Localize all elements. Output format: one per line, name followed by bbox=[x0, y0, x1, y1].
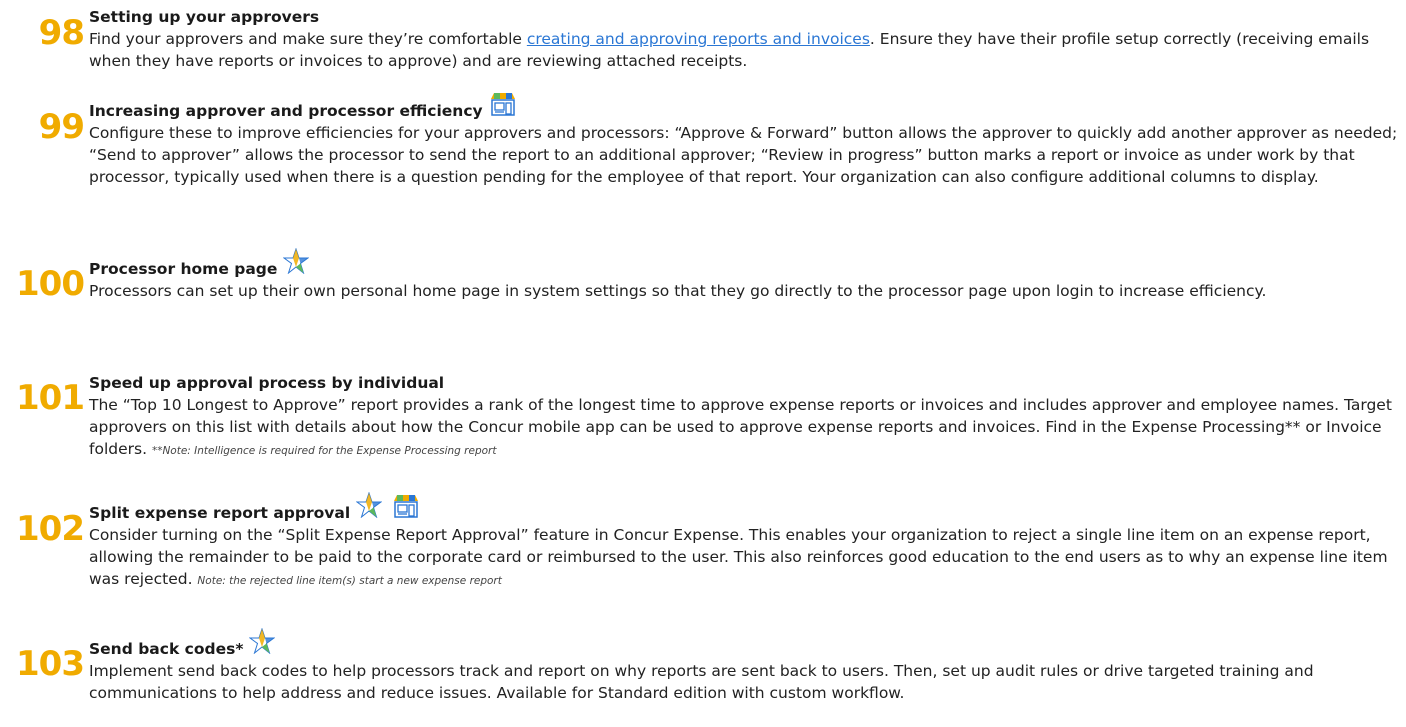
tip-title-text: Processor home page bbox=[89, 260, 278, 278]
tip-number: 100 bbox=[16, 264, 85, 304]
tip-title-text: Send back codes* bbox=[89, 640, 244, 658]
creating-approving-reports-link[interactable]: creating and approving reports and invoi… bbox=[527, 30, 870, 48]
tip-number: 98 bbox=[38, 13, 85, 53]
star-icon bbox=[355, 491, 383, 524]
tip-footnote: Note: the rejected line item(s) start a … bbox=[197, 575, 502, 587]
tip-title: Send back codes* bbox=[89, 627, 1401, 660]
tip-body: Processors can set up their own personal… bbox=[89, 282, 1267, 300]
tip-title-text: Split expense report approval bbox=[89, 504, 351, 522]
tip-title: Processor home page bbox=[89, 247, 1401, 280]
tip-content: Setting up your approvers Find your appr… bbox=[89, 6, 1401, 72]
tip-body: Configure these to improve efficiencies … bbox=[89, 124, 1398, 186]
tip-content: Speed up approval process by individual … bbox=[89, 372, 1401, 462]
tip-content: Split expense report approval Consider t… bbox=[89, 491, 1401, 592]
tip-number: 99 bbox=[38, 107, 85, 147]
tip-content: Increasing approver and processor effici… bbox=[89, 93, 1401, 188]
tip-body: The “Top 10 Longest to Approve” report p… bbox=[89, 394, 1401, 462]
tip-title: Increasing approver and processor effici… bbox=[89, 93, 1401, 122]
tip-title: Speed up approval process by individual bbox=[89, 372, 1401, 394]
tip-title-text: Setting up your approvers bbox=[89, 8, 320, 26]
tip-footnote: **Note: Intelligence is required for the… bbox=[151, 445, 497, 457]
tip-content: Send back codes* Implement send back cod… bbox=[89, 627, 1401, 704]
tip-body: Find your approvers and make sure they’r… bbox=[89, 28, 1401, 72]
tip-content: Processor home page Processors can set u… bbox=[89, 247, 1401, 302]
star-icon bbox=[248, 627, 276, 660]
tip-number: 103 bbox=[16, 644, 85, 684]
tip-number: 102 bbox=[16, 509, 85, 549]
tip-body: Implement send back codes to help proces… bbox=[89, 662, 1314, 702]
tip-number: 101 bbox=[16, 378, 85, 418]
tip-body-text: Find your approvers and make sure they’r… bbox=[89, 30, 527, 48]
star-icon bbox=[282, 247, 310, 280]
storefront-icon bbox=[392, 494, 420, 524]
tip-title: Setting up your approvers bbox=[89, 6, 1401, 28]
tip-title-text: Speed up approval process by individual bbox=[89, 374, 445, 392]
tip-title: Split expense report approval bbox=[89, 491, 1401, 524]
tip-body: Consider turning on the “Split Expense R… bbox=[89, 524, 1401, 592]
storefront-icon bbox=[489, 92, 517, 122]
tip-title-text: Increasing approver and processor effici… bbox=[89, 102, 483, 120]
